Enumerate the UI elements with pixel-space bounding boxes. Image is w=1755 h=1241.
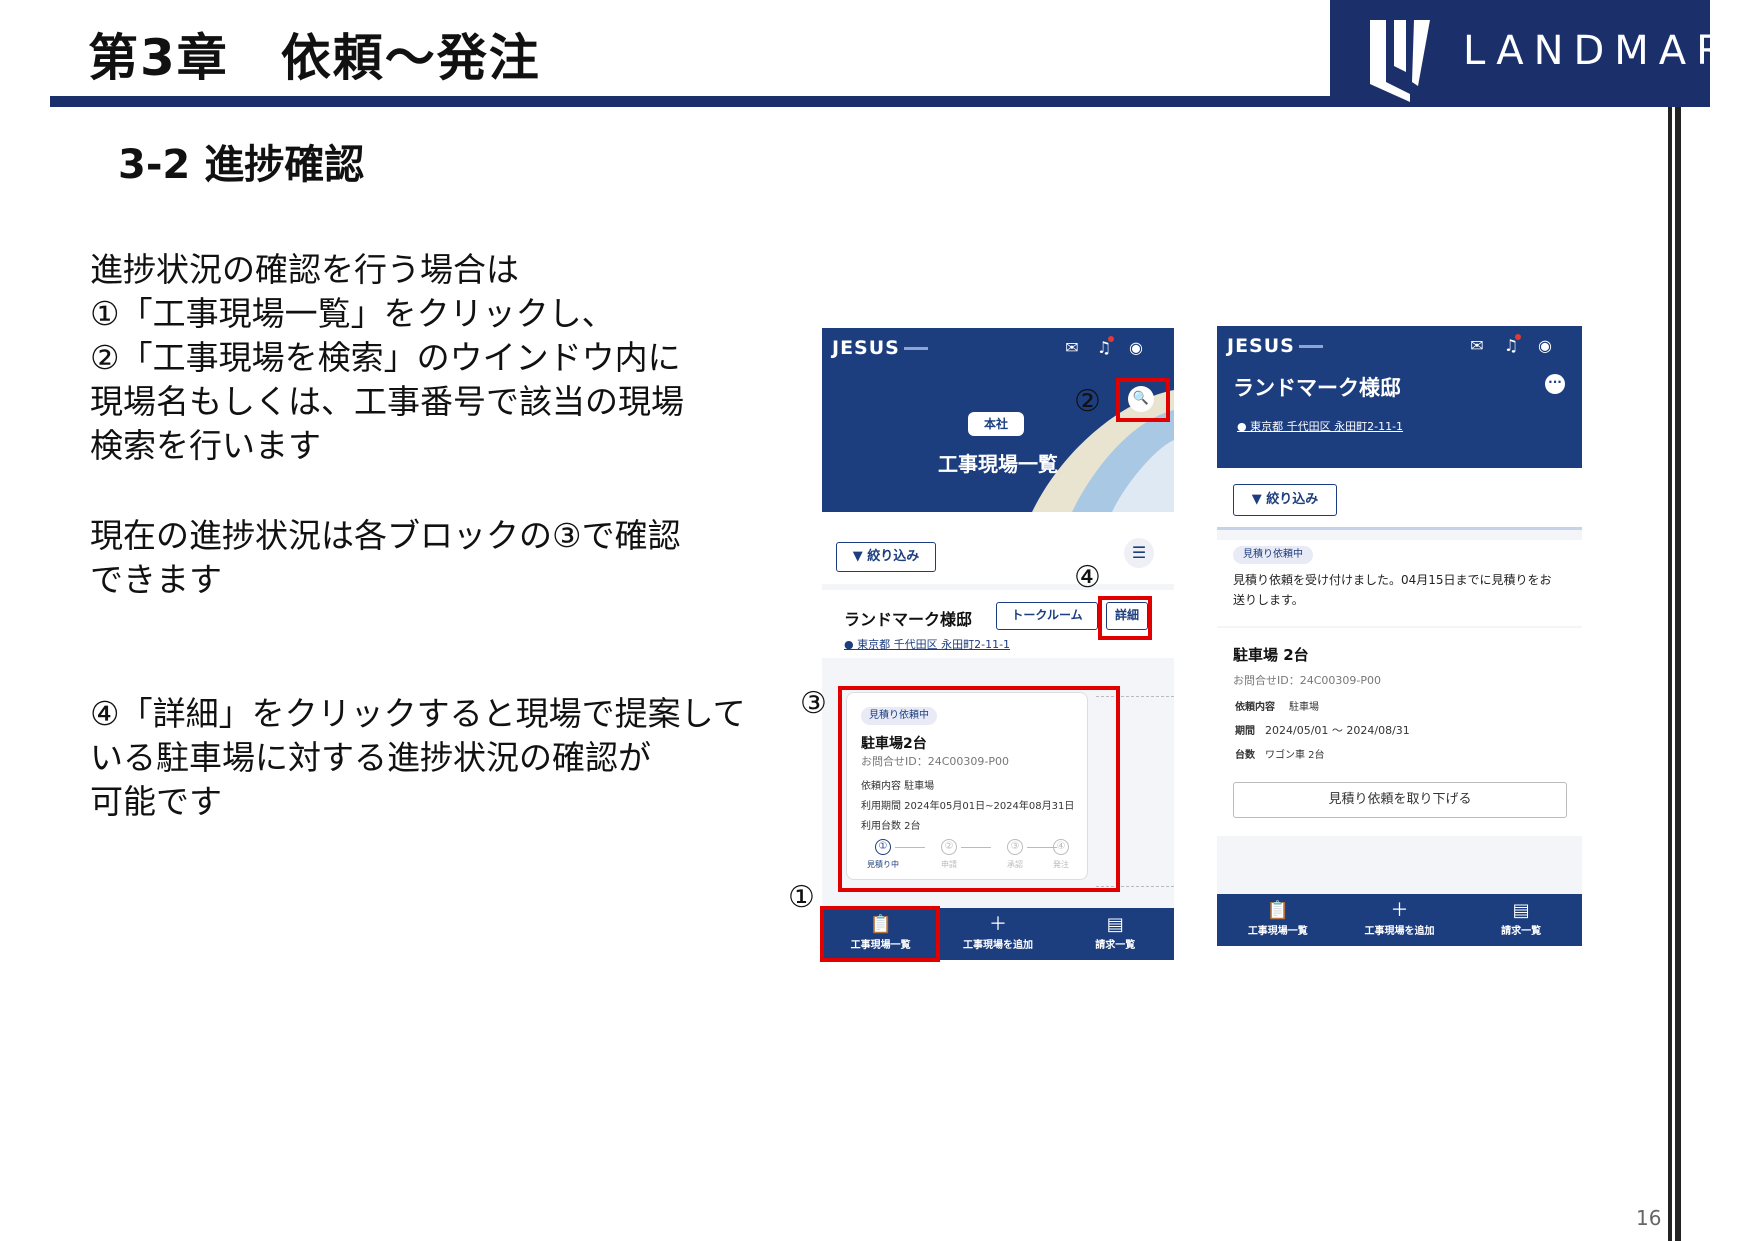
app-brand: JESUS (1227, 335, 1295, 357)
site-address-link[interactable]: ● 東京都 千代田区 永田町2-11-1 (1237, 418, 1403, 434)
app-topbar: JESUS ✉ ♫ ◉ (822, 328, 1174, 370)
cancel-request-button[interactable]: 見積り依頼を取り下げる (1233, 782, 1567, 818)
account-icon[interactable]: ◉ (1126, 338, 1146, 358)
mail-icon[interactable]: ✉ (1467, 336, 1487, 356)
nav-invoices-label: 請求一覧 (1501, 926, 1542, 937)
nav-invoices[interactable]: ▤ 請求一覧 (1460, 894, 1582, 946)
account-icon[interactable]: ◉ (1535, 336, 1555, 356)
section-title: 3-2 進捗確認 (118, 142, 365, 188)
right-border (1668, 107, 1672, 1241)
status-badge: 見積り依頼中 (1233, 546, 1313, 564)
hero-title: 工事現場一覧 (938, 452, 1058, 476)
talk-room-button[interactable]: トークルーム (996, 602, 1098, 630)
nav-site-list[interactable]: 📋 工事現場一覧 (1217, 894, 1339, 946)
site-address-link[interactable]: ● 東京都 千代田区 永田町2-11-1 (844, 636, 1010, 652)
logo-text: LANDMARK (1463, 28, 1755, 74)
brand-subline (1299, 345, 1323, 348)
count-value: ワゴン車 2台 (1265, 750, 1325, 761)
filter-area: ▼ 絞り込み ☰ (822, 512, 1174, 584)
paragraph-search: 進捗状況の確認を行う場合は ①「工事現場一覧」をクリックし、 ②「工事現場を検索… (90, 250, 684, 465)
site-address-text: 東京都 千代田区 永田町2-11-1 (857, 638, 1011, 651)
status-message-block: 見積り依頼中 見積り依頼を受け付けました。04月15日までに見積りをお送りします… (1217, 540, 1582, 626)
header-rule (50, 96, 1330, 107)
brand-subline (904, 347, 928, 350)
annotation-2: ② (1074, 384, 1101, 419)
nav-invoices-label: 請求一覧 (1095, 940, 1136, 951)
status-message: 見積り依頼を受け付けました。04月15日までに見積りをお送りします。 (1233, 573, 1552, 607)
annotation-3: ③ (800, 686, 827, 721)
filter-button[interactable]: ▼ 絞り込み (836, 542, 936, 572)
nav-site-list-label: 工事現場一覧 (1247, 926, 1308, 937)
highlight-site-list-nav (820, 906, 940, 962)
more-options-icon[interactable]: ··· (1545, 374, 1565, 394)
list-icon: ▤ (1106, 914, 1124, 935)
detail-title: 駐車場 2台 (1233, 646, 1309, 664)
notification-dot (1515, 334, 1521, 340)
bottom-nav: 📋 工事現場一覧 ＋ 工事現場を追加 ▤ 請求一覧 (1217, 894, 1582, 946)
nav-add-site-label: 工事現場を追加 (1364, 926, 1435, 937)
notification-dot (1108, 336, 1114, 342)
app-brand: JESUS (832, 337, 900, 359)
annotation-4: ④ (1074, 560, 1101, 595)
count-label: 台数 (1235, 750, 1255, 761)
period-label: 期間 (1235, 726, 1255, 737)
right-border-thick (1675, 107, 1681, 1241)
mail-icon[interactable]: ✉ (1062, 338, 1082, 358)
branch-badge: 本社 (968, 412, 1024, 436)
parking-detail: 駐車場 2台 お問合せID：24C00309-P00 依頼内容 駐車場 期間 2… (1217, 628, 1582, 836)
request-value: 駐車場 (1289, 702, 1319, 713)
clipboard-icon: 📋 (1266, 900, 1290, 921)
landmark-logo-icon (1370, 20, 1430, 102)
filter-button[interactable]: ▼ 絞り込み (1233, 484, 1337, 516)
page-number: 16 (1636, 1206, 1662, 1230)
inquiry-id: お問合せID：24C00309-P00 (1233, 674, 1381, 687)
pin-icon: ● (1237, 420, 1251, 433)
period-value: 2024/05/01 ～ 2024/08/31 (1265, 724, 1410, 737)
plus-icon: ＋ (1390, 900, 1409, 921)
chapter-title: 第3章 依頼～発注 (88, 29, 541, 87)
list-icon: ▤ (1512, 900, 1530, 921)
plus-icon: ＋ (988, 914, 1007, 935)
filter-area: ▼ 絞り込み (1217, 468, 1582, 530)
site-address-text: 東京都 千代田区 永田町2-11-1 (1250, 420, 1404, 433)
sort-settings-icon[interactable]: ☰ (1124, 538, 1154, 568)
landmark-logo: LANDMARK (1330, 0, 1755, 107)
nav-add-site-label: 工事現場を追加 (962, 940, 1033, 951)
pin-icon: ● (844, 638, 858, 651)
site-detail-screen: JESUS ✉ ♫ ◉ ランドマーク様邸 ··· ● 東京都 千代田区 永田町2… (1217, 326, 1582, 946)
paragraph-status: 現在の進捗状況は各ブロックの③で確認 できます (90, 516, 681, 599)
site-name: ランドマーク様邸 (1233, 376, 1401, 400)
request-label: 依頼内容 (1235, 702, 1275, 713)
site-detail-hero: ランドマーク様邸 ··· ● 東京都 千代田区 永田町2-11-1 (1217, 368, 1582, 468)
annotation-1: ① (788, 880, 815, 915)
nav-invoices[interactable]: ▤ 請求一覧 (1057, 908, 1174, 960)
app-topbar: JESUS ✉ ♫ ◉ (1217, 326, 1582, 368)
nav-add-site[interactable]: ＋ 工事現場を追加 (1339, 894, 1461, 946)
nav-add-site[interactable]: ＋ 工事現場を追加 (939, 908, 1056, 960)
paragraph-detail: ④「詳細」をクリックすると現場で提案して いる駐車場に対する進捗状況の確認が 可… (90, 694, 746, 821)
site-name: ランドマーク様邸 (844, 610, 973, 629)
highlight-progress-card (838, 686, 1120, 892)
highlight-search (1116, 378, 1170, 422)
highlight-detail (1098, 596, 1152, 640)
